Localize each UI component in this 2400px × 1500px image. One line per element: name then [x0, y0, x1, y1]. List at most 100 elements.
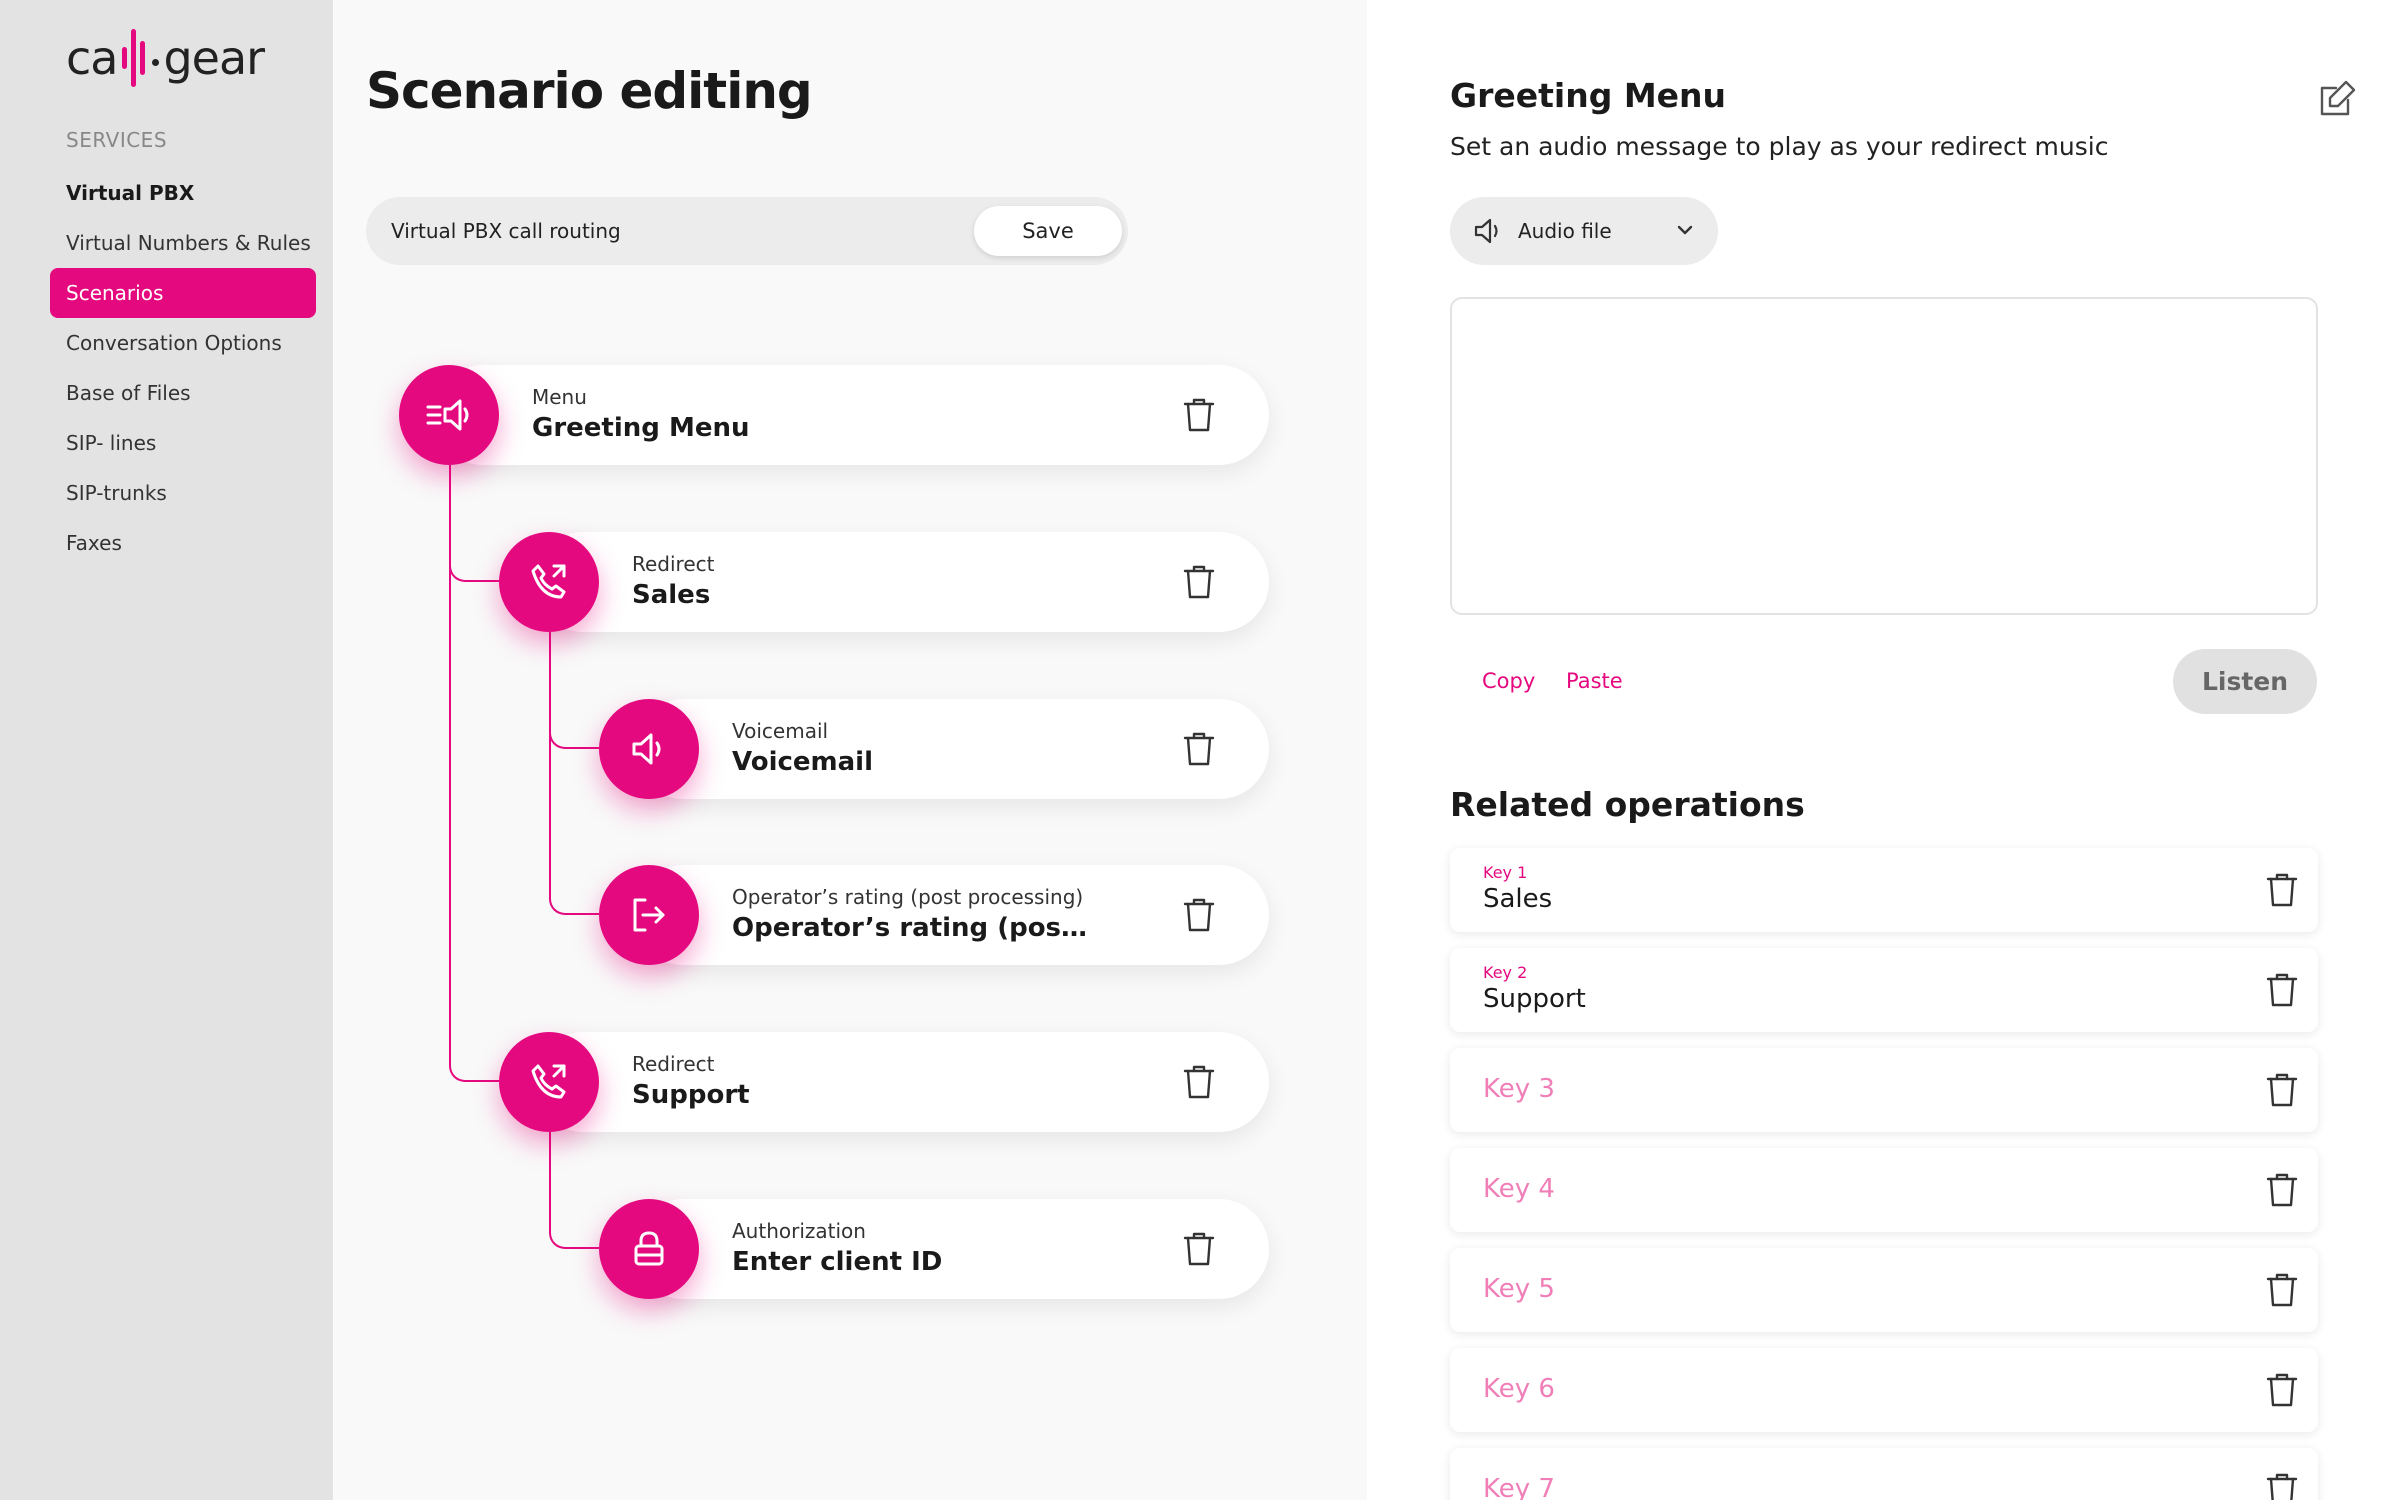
trash-icon [2266, 973, 2298, 1007]
node-type-label: Menu [532, 385, 587, 409]
delete-node-button[interactable] [1179, 729, 1219, 769]
trash-icon [1183, 398, 1215, 432]
node-type-label: Voicemail [732, 719, 829, 743]
logo-dot [152, 58, 160, 66]
node-name: Operator’s rating (post pro... [732, 913, 1092, 943]
delete-key-button[interactable] [2262, 1070, 2302, 1110]
delete-key-button[interactable] [2262, 1170, 2302, 1210]
node-settings-panel: Greeting Menu Set an audio message to pl… [1367, 0, 2400, 1500]
sidebar-item-scenarios[interactable]: Scenarios [50, 268, 316, 318]
trash-icon [2266, 1473, 2298, 1500]
key-placeholder: Key 7 [1483, 1474, 1555, 1500]
sidebar-item-sip-trunks[interactable]: SIP-trunks [50, 468, 316, 518]
key-placeholder: Key 5 [1483, 1274, 1555, 1304]
trash-icon [1183, 565, 1215, 599]
tree-connector [449, 465, 501, 1082]
node-name: Enter client ID [732, 1247, 943, 1277]
trash-icon [1183, 1232, 1215, 1266]
delete-key-button[interactable] [2262, 1370, 2302, 1410]
node-name: Greeting Menu [532, 413, 750, 443]
key-label: Key 2 [1483, 963, 1528, 982]
key-row[interactable]: Key 6 [1450, 1348, 2318, 1432]
trash-icon [2266, 1073, 2298, 1107]
scenario-node[interactable]: Menu Greeting Menu [399, 365, 1269, 465]
trash-icon [1183, 1065, 1215, 1099]
delete-key-button[interactable] [2262, 1270, 2302, 1310]
exit-arrow-icon [599, 865, 699, 965]
tree-connector [549, 632, 601, 915]
key-placeholder: Key 6 [1483, 1374, 1555, 1404]
scenario-node[interactable]: Operator’s rating (post processing) Oper… [599, 865, 1269, 965]
speaker-icon [1474, 218, 1498, 244]
audio-source-value: Audio file [1518, 219, 1612, 243]
node-card [633, 699, 1269, 799]
sidebar-item-virtual-numbers[interactable]: Virtual Numbers & Rules [50, 218, 316, 268]
chevron-down-icon [1677, 225, 1693, 235]
node-name: Support [632, 1080, 750, 1110]
trash-icon [1183, 898, 1215, 932]
logo-soundwave-icon [122, 29, 146, 87]
trash-icon [1183, 732, 1215, 766]
sidebar-item-virtual-pbx[interactable]: Virtual PBX [50, 168, 316, 218]
trash-icon [2266, 1373, 2298, 1407]
key-row[interactable]: Key 4 [1450, 1148, 2318, 1232]
delete-key-button[interactable] [2262, 970, 2302, 1010]
sidebar-nav: Virtual PBX Virtual Numbers & Rules Scen… [50, 168, 316, 568]
node-type-label: Redirect [632, 1052, 715, 1076]
logo-text-right: gear [163, 31, 265, 85]
trash-icon [2266, 1273, 2298, 1307]
audio-message-area[interactable] [1450, 297, 2318, 615]
paste-button[interactable]: Paste [1566, 669, 1623, 693]
edit-icon[interactable] [2318, 78, 2358, 118]
panel-title: Greeting Menu [1450, 76, 1727, 115]
related-operations-title: Related operations [1450, 785, 1805, 824]
listen-button[interactable]: Listen [2173, 649, 2317, 714]
key-row[interactable]: Key 5 [1450, 1248, 2318, 1332]
trash-icon [2266, 873, 2298, 907]
node-name: Sales [632, 580, 711, 610]
menu-speaker-icon [399, 365, 499, 465]
sidebar-item-base-of-files[interactable]: Base of Files [50, 368, 316, 418]
key-row[interactable]: Key 7 [1450, 1448, 2318, 1500]
scenario-node[interactable]: Voicemail Voicemail [599, 699, 1269, 799]
sidebar: ca gear SERVICES Virtual PBX Virtual Num… [0, 0, 333, 1500]
copy-button[interactable]: Copy [1482, 669, 1535, 693]
node-type-label: Authorization [732, 1219, 866, 1243]
sidebar-section-label: SERVICES [66, 128, 168, 152]
node-name: Voicemail [732, 747, 873, 777]
delete-node-button[interactable] [1179, 895, 1219, 935]
node-card [633, 1199, 1269, 1299]
audio-source-dropdown[interactable]: Audio file [1450, 197, 1718, 265]
sidebar-item-faxes[interactable]: Faxes [50, 518, 316, 568]
scenario-node[interactable]: Redirect Sales [499, 532, 1269, 632]
key-row[interactable]: Key 3 [1450, 1048, 2318, 1132]
key-row[interactable]: Key 1 Sales [1450, 848, 2318, 932]
delete-key-button[interactable] [2262, 1470, 2302, 1500]
delete-key-button[interactable] [2262, 870, 2302, 910]
key-value: Support [1483, 984, 1586, 1014]
node-type-label: Redirect [632, 552, 715, 576]
scenario-node[interactable]: Authorization Enter client ID [599, 1199, 1269, 1299]
key-value: Sales [1483, 884, 1553, 914]
key-placeholder: Key 4 [1483, 1174, 1555, 1204]
phone-forward-icon [499, 1032, 599, 1132]
sidebar-item-sip-lines[interactable]: SIP- lines [50, 418, 316, 468]
node-type-label: Operator’s rating (post processing) [732, 885, 1084, 909]
scenario-node[interactable]: Redirect Support [499, 1032, 1269, 1132]
tree-connector [549, 1132, 601, 1249]
panel-subtitle: Set an audio message to play as your red… [1450, 132, 2109, 161]
main-content: Scenario editing Save Menu Greeting Menu [333, 0, 1367, 1500]
delete-node-button[interactable] [1179, 562, 1219, 602]
scenario-tree: Menu Greeting Menu Redirect Sales Voicem… [333, 0, 1367, 1500]
calltouch-logo[interactable]: ca gear [66, 26, 265, 90]
delete-node-button[interactable] [1179, 1062, 1219, 1102]
phone-forward-icon [499, 532, 599, 632]
key-placeholder: Key 3 [1483, 1074, 1555, 1104]
speaker-icon [599, 699, 699, 799]
delete-node-button[interactable] [1179, 395, 1219, 435]
key-row[interactable]: Key 2 Support [1450, 948, 2318, 1032]
key-label: Key 1 [1483, 863, 1528, 882]
sidebar-item-conversation-options[interactable]: Conversation Options [50, 318, 316, 368]
logo-text-left: ca [66, 31, 118, 85]
delete-node-button[interactable] [1179, 1229, 1219, 1269]
